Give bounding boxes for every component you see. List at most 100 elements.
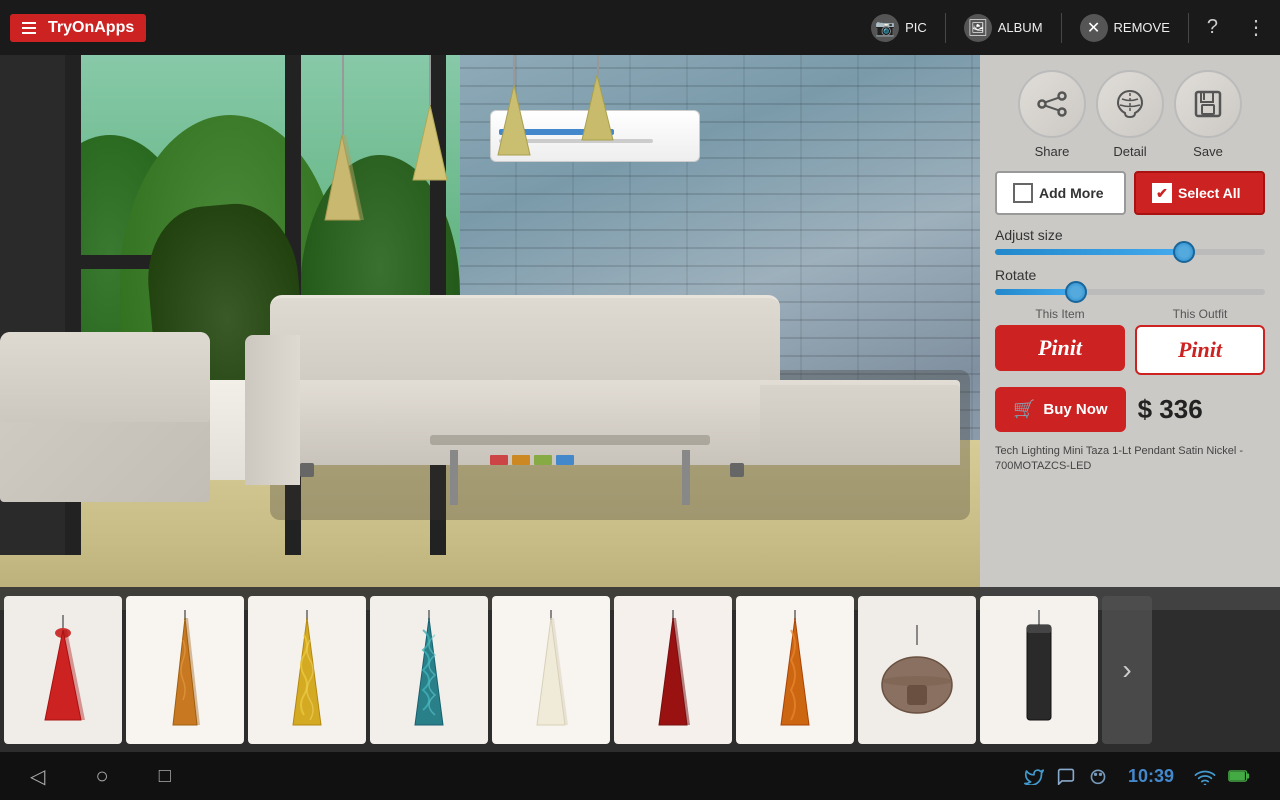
pinit-logo-1: Pinit xyxy=(1038,335,1082,361)
pendant-light-1 xyxy=(315,55,370,225)
gallery: › xyxy=(0,587,1280,752)
save-button[interactable]: Save xyxy=(1174,70,1242,159)
divider-3 xyxy=(1188,13,1189,43)
back-button[interactable]: ◁ xyxy=(30,764,45,789)
gallery-pendant-svg-7 xyxy=(765,610,825,730)
table-leg-2 xyxy=(682,450,690,505)
pic-label: PIC xyxy=(905,20,927,35)
detail-icon xyxy=(1096,70,1164,138)
pendant-shade-2 xyxy=(405,105,455,185)
social-icon xyxy=(1088,767,1108,785)
sofa-leg-1 xyxy=(300,463,314,477)
adjust-size-section: Adjust size xyxy=(995,227,1265,255)
help-icon: ? xyxy=(1207,16,1218,39)
this-item-label: This Item xyxy=(995,307,1125,321)
wifi-icon xyxy=(1194,767,1216,785)
gallery-pendant-svg-8 xyxy=(877,625,957,715)
gallery-item-5[interactable] xyxy=(492,596,610,744)
slider-thumb-size[interactable] xyxy=(1173,241,1195,263)
right-panel: Share Detail xyxy=(980,55,1280,610)
gallery-item-4[interactable] xyxy=(370,596,488,744)
gallery-item-7[interactable] xyxy=(736,596,854,744)
menu-icon[interactable] xyxy=(22,22,36,34)
pendant-light-3 xyxy=(490,55,538,160)
sofa-leg-2 xyxy=(730,463,744,477)
remove-icon: ✕ xyxy=(1080,14,1108,42)
buy-now-label: Buy Now xyxy=(1043,401,1107,418)
remove-label: REMOVE xyxy=(1114,20,1170,35)
save-icon xyxy=(1174,70,1242,138)
select-all-label: Select All xyxy=(1178,185,1241,201)
toolbar: TryOnApps 📷 PIC 🖼 ALBUM ✕ REMOVE ? ⋮ xyxy=(0,0,1280,55)
this-outfit-label: This Outfit xyxy=(1135,307,1265,321)
cart-icon: 🛒 xyxy=(1013,399,1035,420)
gallery-item-2[interactable] xyxy=(126,596,244,744)
nav-bar: ◁ ○ □ 10:39 xyxy=(0,752,1280,800)
more-options-button[interactable]: ⋮ xyxy=(1232,9,1280,46)
help-button[interactable]: ? xyxy=(1193,10,1232,45)
pinit-row: This Item Pinit This Outfit Pinit xyxy=(995,307,1265,375)
rotate-section: Rotate xyxy=(995,267,1265,295)
detail-label: Detail xyxy=(1113,144,1146,159)
pendant-shade-4 xyxy=(575,75,620,145)
selection-row: Add More ✔ Select All xyxy=(995,171,1265,215)
gallery-pendant-svg-9 xyxy=(1019,610,1059,730)
save-label: Save xyxy=(1193,144,1223,159)
pinit-this-outfit-button[interactable]: Pinit xyxy=(1135,325,1265,375)
pendant-light-2 xyxy=(405,55,455,185)
pic-button[interactable]: 📷 PIC xyxy=(857,8,941,48)
pendant-wire-3 xyxy=(513,55,515,85)
coffee-table xyxy=(430,435,710,505)
pinit-logo-2: Pinit xyxy=(1178,337,1222,363)
select-all-button[interactable]: ✔ Select All xyxy=(1134,171,1265,215)
rotate-slider[interactable] xyxy=(995,289,1265,295)
price-tag: $ 336 xyxy=(1138,394,1203,425)
gallery-item-1[interactable] xyxy=(4,596,122,744)
recent-apps-button[interactable]: □ xyxy=(159,765,171,788)
table-item-4 xyxy=(556,455,574,465)
camera-icon: 📷 xyxy=(871,14,899,42)
pinit-this-outfit-section: This Outfit Pinit xyxy=(1135,307,1265,375)
gallery-item-6[interactable] xyxy=(614,596,732,744)
share-label: Share xyxy=(1035,144,1070,159)
adjust-size-slider[interactable] xyxy=(995,249,1265,255)
divider-2 xyxy=(1061,13,1062,43)
battery-icon xyxy=(1228,769,1250,783)
nav-icons-right: 10:39 xyxy=(1024,766,1250,787)
app-logo[interactable]: TryOnApps xyxy=(10,14,146,42)
chevron-right-icon: › xyxy=(1122,654,1131,686)
slider-fill-rotate xyxy=(995,289,1076,295)
gallery-item-9[interactable] xyxy=(980,596,1098,744)
select-all-checkbox: ✔ xyxy=(1152,183,1172,203)
gallery-pendant-svg-2 xyxy=(155,610,215,730)
sofa-arm-left xyxy=(245,335,300,485)
gallery-item-3[interactable] xyxy=(248,596,366,744)
table-item-1 xyxy=(490,455,508,465)
detail-button[interactable]: Detail xyxy=(1096,70,1164,159)
album-icon: 🖼 xyxy=(964,14,992,42)
home-button[interactable]: ○ xyxy=(95,763,108,789)
sofa-chaise xyxy=(760,385,960,465)
buy-now-button[interactable]: 🛒 Buy Now xyxy=(995,387,1126,432)
table-item-2 xyxy=(512,455,530,465)
main-scene xyxy=(0,55,980,610)
album-label: ALBUM xyxy=(998,20,1043,35)
share-icon xyxy=(1018,70,1086,138)
gallery-more-button[interactable]: › xyxy=(1102,596,1152,744)
gallery-item-8[interactable] xyxy=(858,596,976,744)
pendant-wire-2 xyxy=(429,55,431,105)
slider-fill-size xyxy=(995,249,1184,255)
divider-1 xyxy=(945,13,946,43)
remove-button[interactable]: ✕ REMOVE xyxy=(1066,8,1184,48)
gallery-pendant-svg-6 xyxy=(643,610,703,730)
table-item-3 xyxy=(534,455,552,465)
share-button[interactable]: Share xyxy=(1018,70,1086,159)
slider-thumb-rotate[interactable] xyxy=(1065,281,1087,303)
chat-icon xyxy=(1056,767,1076,785)
add-more-checkbox xyxy=(1013,183,1033,203)
pendant-wire-4 xyxy=(597,55,599,75)
add-more-button[interactable]: Add More xyxy=(995,171,1126,215)
album-button[interactable]: 🖼 ALBUM xyxy=(950,8,1057,48)
pinit-this-item-button[interactable]: Pinit xyxy=(995,325,1125,371)
app-name-label: TryOnApps xyxy=(48,19,134,37)
